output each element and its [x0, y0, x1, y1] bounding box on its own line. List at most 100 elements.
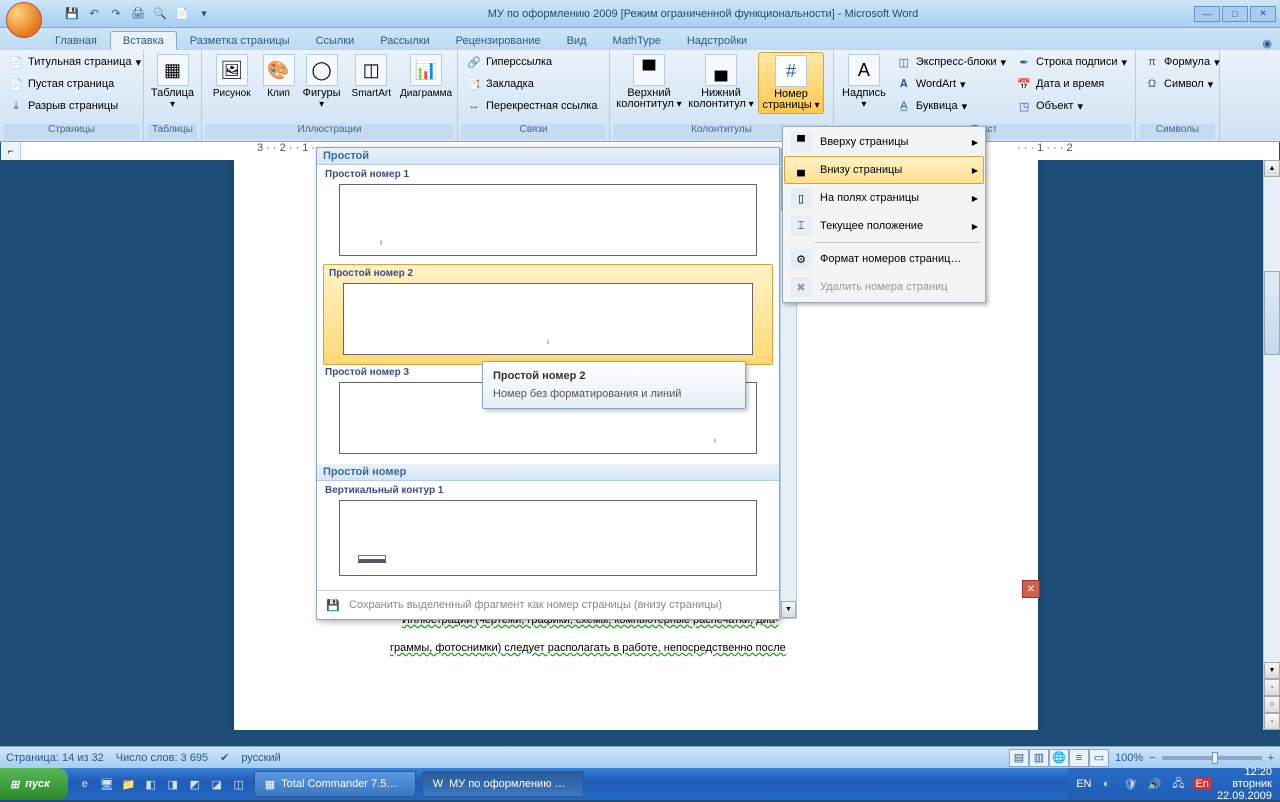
language-indicator[interactable]: En: [1193, 778, 1210, 790]
page-break-button[interactable]: ⤓Разрыв страницы: [4, 96, 145, 116]
gallery-scroll-down[interactable]: ▼: [781, 601, 796, 618]
gallery-item-simple2[interactable]: Простой номер 2 ı: [323, 264, 773, 365]
ie-icon[interactable]: e: [76, 775, 94, 793]
blank-page-button[interactable]: 📄Пустая страница: [4, 74, 145, 94]
status-page[interactable]: Страница: 14 из 32: [6, 752, 104, 764]
picture-button[interactable]: 🖼Рисунок: [206, 52, 257, 101]
tray-clock[interactable]: 12:20 вторник 22.09.2009: [1217, 766, 1272, 802]
browse-select-button[interactable]: ○: [1264, 696, 1280, 713]
page-number-button[interactable]: #Номер страницы ▾: [758, 52, 824, 114]
chart-button[interactable]: 📊Диаграмма: [399, 52, 453, 101]
zoom-out-button[interactable]: −: [1149, 752, 1155, 764]
menu-page-margins[interactable]: ▯На полях страницы▶: [784, 184, 984, 212]
scroll-up-button[interactable]: ▲: [1264, 160, 1280, 177]
group-links-label: Связи: [462, 124, 605, 139]
status-wordcount[interactable]: Число слов: 3 695: [116, 752, 208, 764]
datetime-button[interactable]: 📅Дата и время: [1012, 74, 1131, 94]
view-outline[interactable]: ≡: [1069, 749, 1089, 767]
footer-button[interactable]: ▄Нижний колонтитул ▾: [686, 52, 756, 112]
minimize-button[interactable]: —: [1194, 6, 1220, 22]
zoom-level[interactable]: 100%: [1115, 752, 1143, 764]
tab-mailings[interactable]: Рассылки: [367, 31, 442, 50]
scroll-down-button[interactable]: ▼: [1264, 662, 1280, 679]
qat-dropdown-icon[interactable]: ▾: [196, 6, 212, 22]
print-preview-icon[interactable]: 🔍: [152, 6, 168, 22]
tab-addins[interactable]: Надстройки: [674, 31, 760, 50]
status-language[interactable]: русский: [241, 752, 280, 764]
view-draft[interactable]: ▭: [1089, 749, 1109, 767]
taskbar-app-tc[interactable]: ▦Total Commander 7.5…: [254, 771, 416, 797]
tab-view[interactable]: Вид: [554, 31, 600, 50]
header-button[interactable]: ▀Верхний колонтитул ▾: [614, 52, 684, 112]
tray-icon[interactable]: ◐: [1097, 775, 1115, 793]
wordart-button[interactable]: 𝐀WordArt ▾: [892, 74, 1010, 94]
undo-icon[interactable]: ↶: [86, 6, 102, 22]
close-button[interactable]: ✕: [1250, 6, 1276, 22]
app-icon[interactable]: ◨: [164, 775, 182, 793]
signature-line-button[interactable]: ✒Строка подписи ▾: [1012, 52, 1131, 72]
tab-references[interactable]: Ссылки: [303, 31, 368, 50]
symbol-button[interactable]: ΩСимвол ▾: [1140, 74, 1224, 94]
tab-review[interactable]: Рецензирование: [443, 31, 554, 50]
hyperlink-button[interactable]: 🔗Гиперссылка: [462, 52, 602, 72]
help-icon[interactable]: ◉: [1262, 37, 1272, 50]
app-icon[interactable]: ◩: [186, 775, 204, 793]
scroll-thumb[interactable]: [1264, 271, 1280, 355]
redo-icon[interactable]: ↷: [108, 6, 124, 22]
bookmark-button[interactable]: 📑Закладка: [462, 74, 602, 94]
chart-icon: 📊: [410, 54, 442, 86]
dropcap-button[interactable]: A̲Буквица ▾: [892, 96, 1010, 116]
tab-pagelayout[interactable]: Разметка страницы: [177, 31, 303, 50]
textbox-button[interactable]: AНадпись▾: [838, 52, 890, 112]
menu-format-page-numbers[interactable]: ⚙Формат номеров страниц…: [784, 245, 984, 273]
object-button[interactable]: ◳Объект ▾: [1012, 96, 1131, 116]
menu-current-position[interactable]: ⌶Текущее положение▶: [784, 212, 984, 240]
system-tray: EN ◐ 🛡 🔊 🖧 En 12:20 вторник 22.09.2009: [1068, 768, 1280, 800]
tray-lang-short[interactable]: EN: [1076, 778, 1091, 790]
menu-bottom-of-page[interactable]: ▄Внизу страницы▶: [784, 156, 984, 184]
app-icon[interactable]: ◪: [208, 775, 226, 793]
tab-home[interactable]: Главная: [42, 31, 110, 50]
vertical-scrollbar[interactable]: ▲ ▼ ◦ ○ ◦: [1263, 160, 1280, 730]
tab-selector[interactable]: ⌐: [1, 142, 21, 160]
tray-icon[interactable]: 🛡: [1121, 775, 1139, 793]
tab-mathtype[interactable]: MathType: [600, 31, 674, 50]
table-button[interactable]: ▦Таблица▾: [148, 52, 197, 112]
print-icon[interactable]: 🖨: [130, 6, 146, 22]
preview-pagenum: ı: [547, 337, 549, 346]
embedded-close-button[interactable]: ✕: [1022, 580, 1040, 598]
clipart-button[interactable]: 🎨Клип: [259, 52, 297, 101]
app-icon[interactable]: ◫: [230, 775, 248, 793]
tray-icon[interactable]: 🔊: [1145, 775, 1163, 793]
maximize-button[interactable]: □: [1222, 6, 1248, 22]
crossref-button[interactable]: ↔Перекрестная ссылка: [462, 96, 602, 116]
browse-prev-button[interactable]: ◦: [1264, 679, 1280, 696]
shapes-button[interactable]: ◯Фигуры▾: [300, 52, 344, 112]
windows-logo-icon: ⊞: [10, 778, 19, 791]
save-as-icon[interactable]: 📄: [174, 6, 190, 22]
office-button[interactable]: [4, 0, 44, 28]
explorer-icon[interactable]: 📁: [120, 775, 138, 793]
menu-top-of-page[interactable]: ▀Вверху страницы▶: [784, 128, 984, 156]
gallery-item-vertical1[interactable]: Вертикальный контур 1: [321, 483, 775, 576]
view-print-layout[interactable]: ▤: [1009, 749, 1029, 767]
status-proofing-icon[interactable]: ✔: [220, 751, 229, 764]
tray-icon[interactable]: 🖧: [1169, 775, 1187, 793]
smartart-button[interactable]: ◫SmartArt: [346, 52, 397, 101]
view-web-layout[interactable]: 🌐: [1049, 749, 1069, 767]
zoom-slider[interactable]: [1162, 756, 1262, 760]
save-icon[interactable]: 💾: [64, 6, 80, 22]
browse-next-button[interactable]: ◦: [1264, 713, 1280, 730]
zoom-in-button[interactable]: +: [1268, 752, 1274, 764]
tab-insert[interactable]: Вставка: [110, 31, 177, 50]
gallery-item-simple1[interactable]: Простой номер 1 ı: [321, 167, 775, 256]
desktop-icon[interactable]: 🖥: [98, 775, 116, 793]
start-button[interactable]: ⊞пуск: [0, 768, 68, 800]
bookmark-icon: 📑: [466, 76, 482, 92]
taskbar-app-word[interactable]: WМУ по оформлению …: [422, 771, 584, 797]
view-full-reading[interactable]: ▥: [1029, 749, 1049, 767]
equation-button[interactable]: πФормула ▾: [1140, 52, 1224, 72]
quickparts-button[interactable]: ◫Экспресс-блоки ▾: [892, 52, 1010, 72]
app-icon[interactable]: ◧: [142, 775, 160, 793]
cover-page-button[interactable]: 📄Титульная страница ▾: [4, 52, 145, 72]
